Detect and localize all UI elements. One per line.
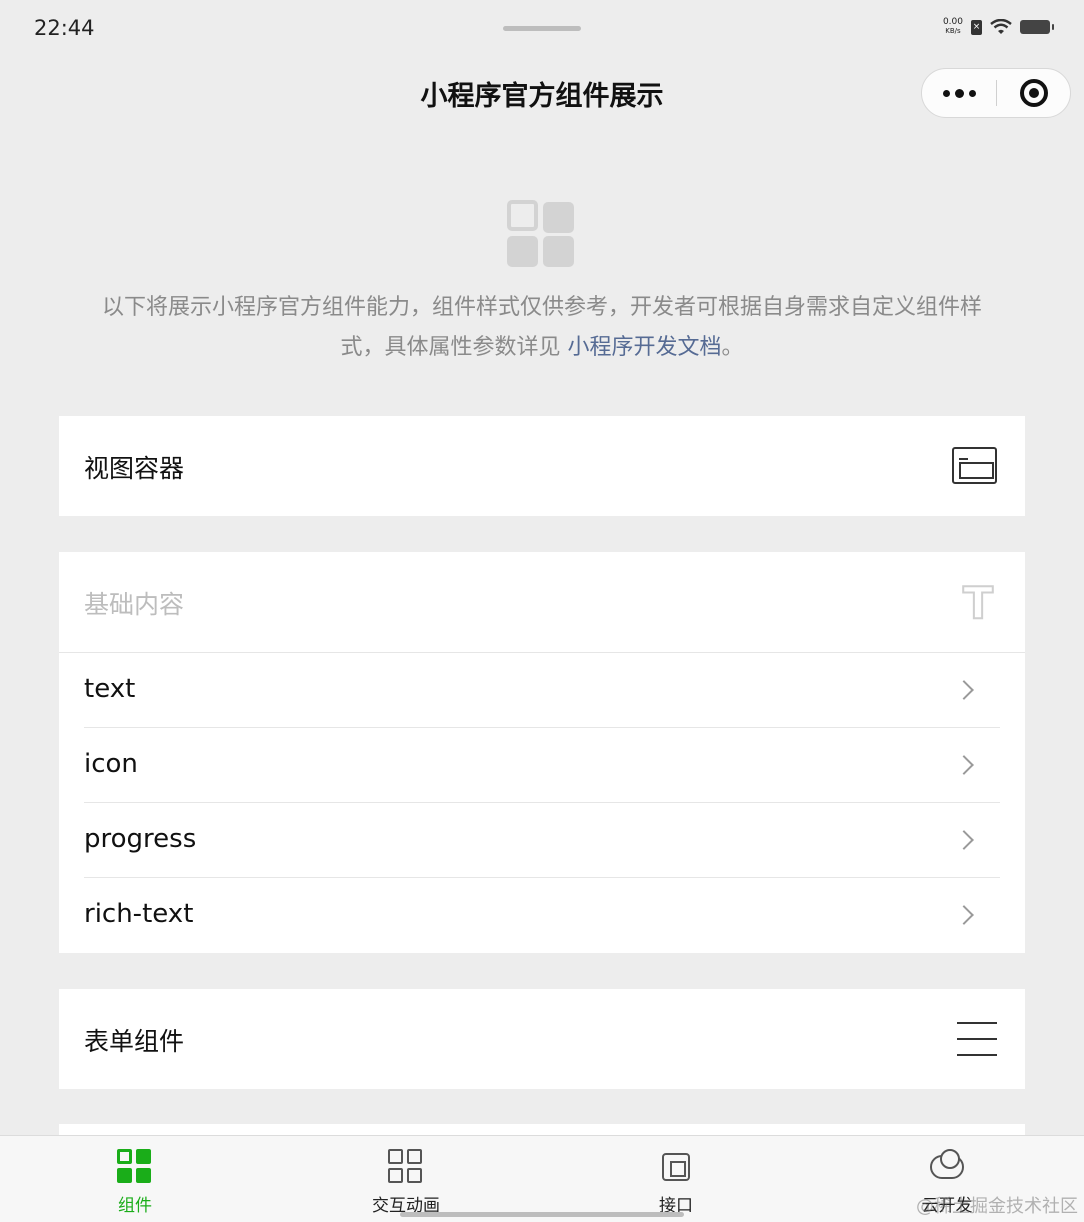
tab-interaction-animation[interactable]: 交互动画: [326, 1136, 486, 1222]
grid-outline-icon: [388, 1149, 424, 1185]
system-indicators: 0.00 KB/s ×: [943, 18, 1054, 36]
section-form-components[interactable]: 表单组件: [59, 989, 1025, 1089]
intro-description: 以下将展示小程序官方组件能力，组件样式仅供参考，开发者可根据自身需求自定义组件样…: [100, 288, 984, 368]
intro-text: 以下将展示小程序官方组件能力，组件样式仅供参考，开发者可根据自身需求自定义组件样…: [101, 295, 982, 360]
list-item-progress[interactable]: progress: [84, 803, 1000, 878]
net-speed: 0.00 KB/s: [943, 18, 963, 36]
section-title: 表单组件: [84, 1027, 185, 1056]
chevron-right-icon: [954, 830, 974, 850]
next-section-peek: [59, 1124, 1025, 1135]
list-item-icon[interactable]: icon: [84, 728, 1000, 803]
list-item-rich-text[interactable]: rich-text: [84, 878, 1000, 953]
docs-link[interactable]: 小程序开发文档: [567, 335, 721, 360]
form-lines-icon: [957, 1020, 997, 1056]
wifi-icon: [990, 19, 1012, 34]
more-dots-icon: [942, 89, 950, 97]
grid-icon: [117, 1149, 153, 1185]
section-header[interactable]: 视图容器: [59, 416, 1025, 516]
list-item-label: text: [84, 674, 136, 704]
list-item-label: icon: [84, 749, 138, 779]
tab-components[interactable]: 组件: [55, 1136, 215, 1222]
tab-api[interactable]: 接口: [596, 1136, 756, 1222]
section-view-container[interactable]: 视图容器: [59, 416, 1025, 516]
close-miniprogram-button[interactable]: [997, 69, 1070, 117]
components-logo-icon: [507, 200, 575, 268]
section-header[interactable]: 基础内容 T: [59, 552, 1025, 652]
text-t-icon: T: [962, 578, 994, 629]
sim-icon: ×: [971, 19, 982, 35]
status-bar: 22:44 0.00 KB/s ×: [0, 0, 1084, 58]
net-speed-value: 0.00: [942, 17, 963, 27]
component-list: text icon progress rich-text: [59, 652, 1025, 953]
tab-label: 组件: [118, 1196, 152, 1216]
cloud-icon: [929, 1149, 965, 1185]
watermark: @稀土掘金技术社区: [916, 1196, 1078, 1217]
section-header[interactable]: 表单组件: [59, 989, 1025, 1089]
section-title: 视图容器: [84, 454, 185, 483]
view-container-icon: [952, 447, 997, 484]
more-dots-icon: [968, 89, 976, 97]
top-handle: [503, 26, 581, 31]
home-indicator: [400, 1212, 684, 1217]
battery-icon: [1020, 20, 1054, 34]
list-item-label: progress: [84, 824, 197, 854]
more-button[interactable]: [922, 69, 996, 117]
more-dots-icon: [954, 88, 964, 98]
chip-icon: [658, 1149, 694, 1185]
chevron-right-icon: [954, 755, 974, 775]
chevron-right-icon: [954, 680, 974, 700]
section-basic-content: 基础内容 T text icon progress rich-text: [59, 552, 1025, 953]
intro-end: 。: [721, 335, 744, 360]
net-speed-unit: KB/s: [945, 27, 961, 35]
chevron-right-icon: [954, 905, 974, 925]
list-item-label: rich-text: [84, 899, 194, 929]
target-icon: [1019, 79, 1048, 107]
status-time: 22:44: [34, 16, 95, 40]
menu-capsule: [921, 68, 1071, 118]
list-item-text[interactable]: text: [84, 653, 1000, 728]
section-title: 基础内容: [84, 590, 185, 619]
